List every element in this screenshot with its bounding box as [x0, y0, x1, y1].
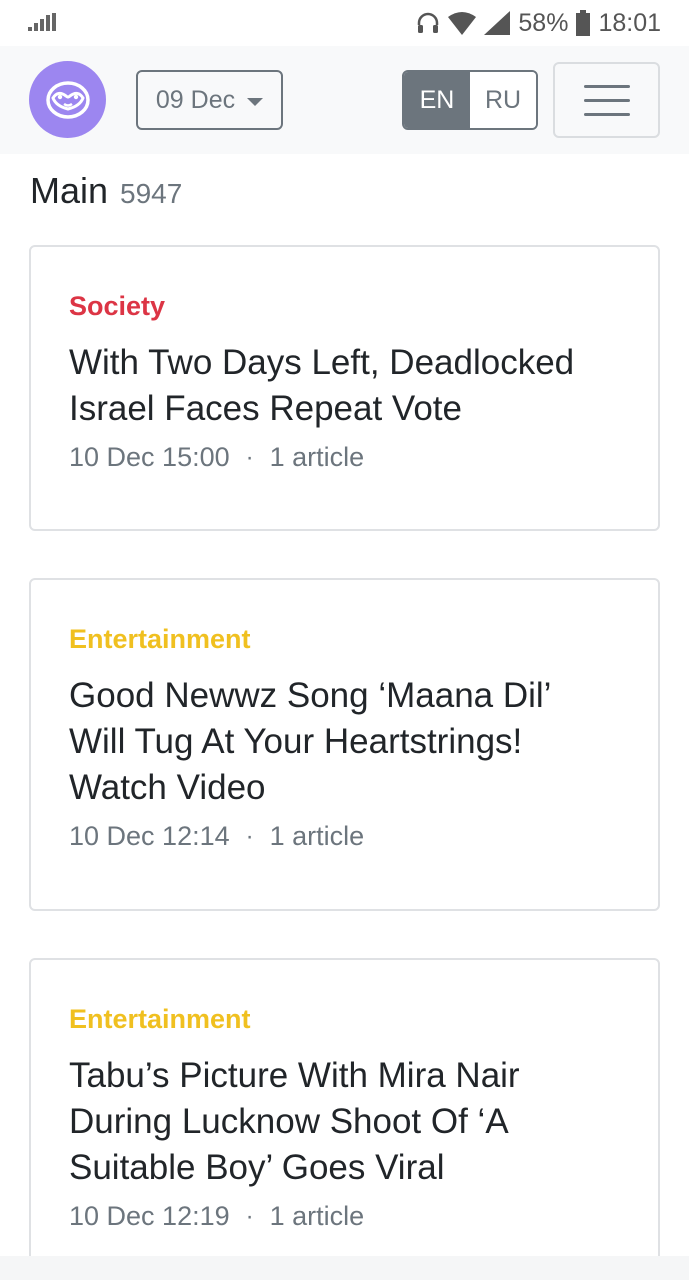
story-article-count[interactable]: 1 article	[270, 821, 365, 852]
story-category[interactable]: Entertainment	[69, 624, 620, 655]
story-card[interactable]: Entertainment Tabu’s Picture With Mira N…	[29, 958, 660, 1268]
page-heading: Main 5947	[30, 170, 182, 212]
story-title[interactable]: Good Newwz Song ‘Maana Dil’ Will Tug At …	[69, 673, 620, 811]
signal-bars-icon	[28, 9, 56, 38]
story-time: 10 Dec 12:14	[69, 821, 230, 851]
top-navbar: 09 Dec EN RU	[0, 46, 689, 154]
date-selector-dropdown[interactable]: 09 Dec	[136, 70, 283, 130]
story-title-line: Israel Faces Repeat Vote	[69, 389, 462, 428]
wifi-icon	[448, 11, 477, 35]
headphones-icon	[416, 11, 440, 35]
page-title: Main	[30, 170, 109, 211]
meta-separator: ·	[245, 822, 254, 850]
story-meta: 10 Dec 12:14 · 1 article	[69, 821, 620, 852]
story-category[interactable]: Entertainment	[69, 1004, 620, 1035]
menu-line	[583, 84, 630, 88]
story-time: 10 Dec 15:00	[69, 442, 230, 472]
status-bar: 58% 18:01	[0, 0, 689, 46]
sloth-logo-icon[interactable]	[29, 61, 106, 138]
story-article-count[interactable]: 1 article	[270, 442, 365, 473]
story-count: 5947	[120, 178, 183, 209]
date-selector-label: 09 Dec	[155, 85, 236, 114]
battery-percent: 58%	[518, 8, 569, 37]
chevron-down-icon	[247, 97, 264, 106]
menu-line	[583, 112, 630, 116]
cell-signal-icon	[484, 11, 511, 35]
story-category[interactable]: Society	[69, 291, 620, 322]
story-title-line: Tabu’s Picture With Mira Nair	[69, 1056, 520, 1095]
bottom-edge	[0, 1256, 689, 1280]
hamburger-menu-button[interactable]	[553, 62, 660, 138]
story-meta: 10 Dec 12:19 · 1 article	[69, 1201, 620, 1232]
story-title-line: Watch Video	[69, 768, 266, 807]
language-switcher: EN RU	[402, 70, 538, 130]
story-card[interactable]: Society With Two Days Left, Deadlocked I…	[29, 245, 660, 531]
story-time: 10 Dec 12:19	[69, 1201, 230, 1231]
story-title[interactable]: With Two Days Left, Deadlocked Israel Fa…	[69, 340, 620, 432]
language-button-en[interactable]: EN	[404, 72, 470, 128]
story-card[interactable]: Entertainment Good Newwz Song ‘Maana Dil…	[29, 578, 660, 911]
story-article-count[interactable]: 1 article	[270, 1201, 365, 1232]
clock-time: 18:01	[598, 8, 661, 37]
menu-line	[583, 98, 630, 102]
story-title-line: With Two Days Left, Deadlocked	[69, 343, 575, 382]
story-meta: 10 Dec 15:00 · 1 article	[69, 442, 620, 473]
meta-separator: ·	[245, 1202, 254, 1230]
story-title[interactable]: Tabu’s Picture With Mira Nair During Luc…	[69, 1053, 620, 1191]
battery-icon	[576, 10, 591, 36]
story-title-line: Suitable Boy’ Goes Viral	[69, 1148, 445, 1187]
meta-separator: ·	[245, 443, 254, 471]
language-button-ru[interactable]: RU	[470, 72, 536, 128]
story-title-line: Good Newwz Song ‘Maana Dil’	[69, 676, 552, 715]
story-title-line: Will Tug At Your Heartstrings!	[69, 722, 523, 761]
story-title-line: During Lucknow Shoot Of ‘A	[69, 1102, 509, 1141]
